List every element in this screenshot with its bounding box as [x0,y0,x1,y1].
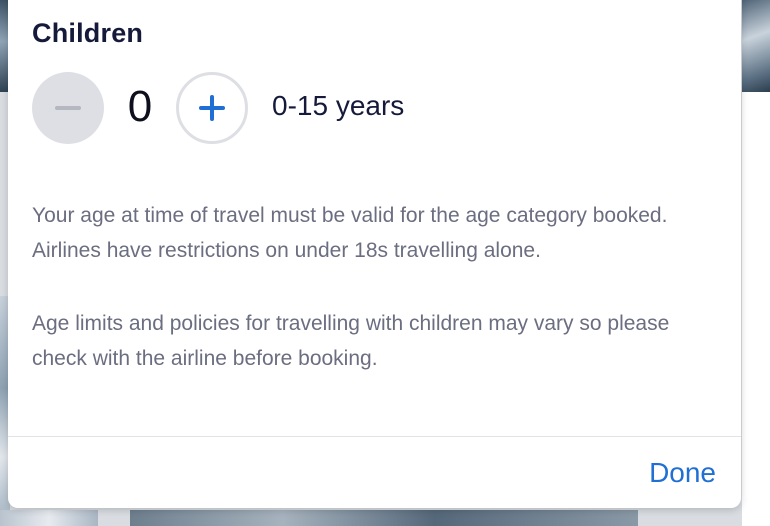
increment-children-button[interactable] [176,72,248,144]
age-policy-notice: Age limits and policies for travelling w… [32,312,670,370]
background-right-area [742,92,770,526]
background-image-bottom-left [0,510,98,526]
footer-divider [8,436,741,437]
plus-icon [199,95,225,121]
background-image-bottom-mid [130,510,638,526]
background-image-right-top [742,0,770,92]
decrement-children-button[interactable] [32,72,104,144]
done-button[interactable]: Done [649,457,716,489]
children-title: Children [32,18,144,48]
minus-icon [55,106,81,110]
children-age-range: 0-15 years [272,90,405,121]
children-count: 0 [127,82,153,131]
travellers-popover: Children 0 0-15 years Your age at time o… [8,0,741,508]
age-validity-notice: Your age at time of travel must be valid… [32,204,668,262]
